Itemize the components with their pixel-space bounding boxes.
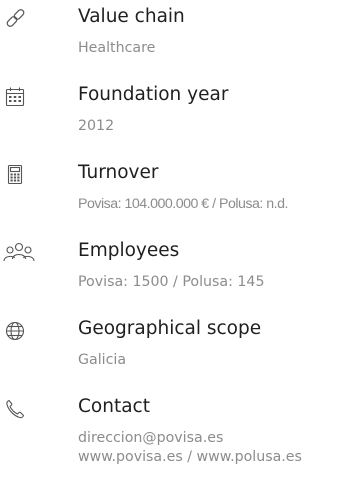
geographical-scope-value: Galicia bbox=[78, 352, 127, 368]
employees-label: Employees bbox=[78, 240, 180, 261]
foundation-year-label: Foundation year bbox=[78, 84, 229, 105]
foundation-year-value: 2012 bbox=[78, 118, 115, 134]
globe-icon bbox=[4, 320, 28, 342]
calculator-icon bbox=[4, 164, 28, 186]
people-icon bbox=[2, 242, 36, 264]
geographical-scope-label: Geographical scope bbox=[78, 318, 262, 339]
turnover-value: Povisa: 104.000.000 € / Polusa: n.d. bbox=[78, 196, 288, 212]
contact-value: direccion@povisa.es www.povisa.es / www.… bbox=[78, 429, 302, 467]
value-chain-label: Value chain bbox=[78, 6, 185, 27]
contact-website-links[interactable]: www.povisa.es / www.polusa.es bbox=[78, 448, 302, 467]
turnover-label: Turnover bbox=[78, 162, 159, 183]
contact-email-link[interactable]: direccion@povisa.es bbox=[78, 429, 302, 448]
calendar-icon bbox=[4, 86, 28, 108]
phone-icon bbox=[4, 398, 28, 420]
contact-label: Contact bbox=[78, 396, 150, 417]
link-icon bbox=[4, 8, 28, 30]
value-chain-value: Healthcare bbox=[78, 40, 156, 56]
employees-value: Povisa: 1500 / Polusa: 145 bbox=[78, 274, 265, 290]
